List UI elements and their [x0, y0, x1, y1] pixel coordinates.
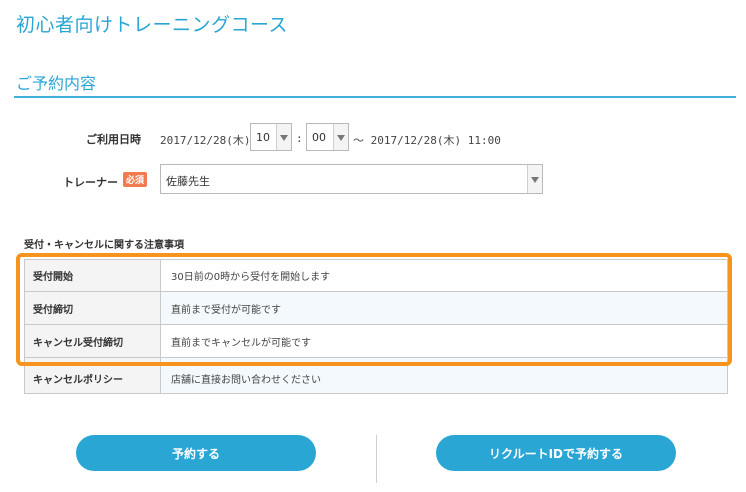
reserve-button[interactable]: 予約する	[76, 435, 316, 471]
highlight-box	[16, 253, 732, 366]
trainer-select[interactable]: 佐藤先生	[160, 164, 543, 194]
minute-select[interactable]: 00	[306, 123, 349, 151]
required-badge: 必須	[123, 172, 148, 187]
button-divider	[376, 435, 377, 483]
hour-dropdown-toggle[interactable]	[276, 124, 291, 150]
start-date: 2017/12/28(木)	[160, 134, 251, 147]
datetime-label: ご利用日時	[86, 133, 141, 146]
notes-heading: 受付・キャンセルに関する注意事項	[24, 240, 184, 251]
hour-value: 10	[256, 131, 270, 144]
chevron-down-icon	[337, 135, 345, 141]
chevron-down-icon	[280, 135, 288, 141]
trainer-label: トレーナー	[63, 176, 118, 189]
trainer-dropdown-toggle[interactable]	[527, 165, 542, 193]
minute-dropdown-toggle[interactable]	[333, 124, 348, 150]
hour-select[interactable]: 10	[250, 123, 292, 151]
trainer-value: 佐藤先生	[166, 175, 210, 188]
chevron-down-icon	[531, 177, 539, 183]
section-title: ご予約内容	[16, 74, 97, 93]
recruit-reserve-button[interactable]: リクルートIDで予約する	[436, 435, 676, 471]
minute-value: 00	[312, 131, 326, 144]
page-title: 初心者向けトレーニングコース	[16, 14, 289, 36]
end-datetime: ～ 2017/12/28(木) 11:00	[353, 134, 501, 147]
time-separator: :	[296, 132, 303, 145]
section-divider	[14, 96, 736, 98]
